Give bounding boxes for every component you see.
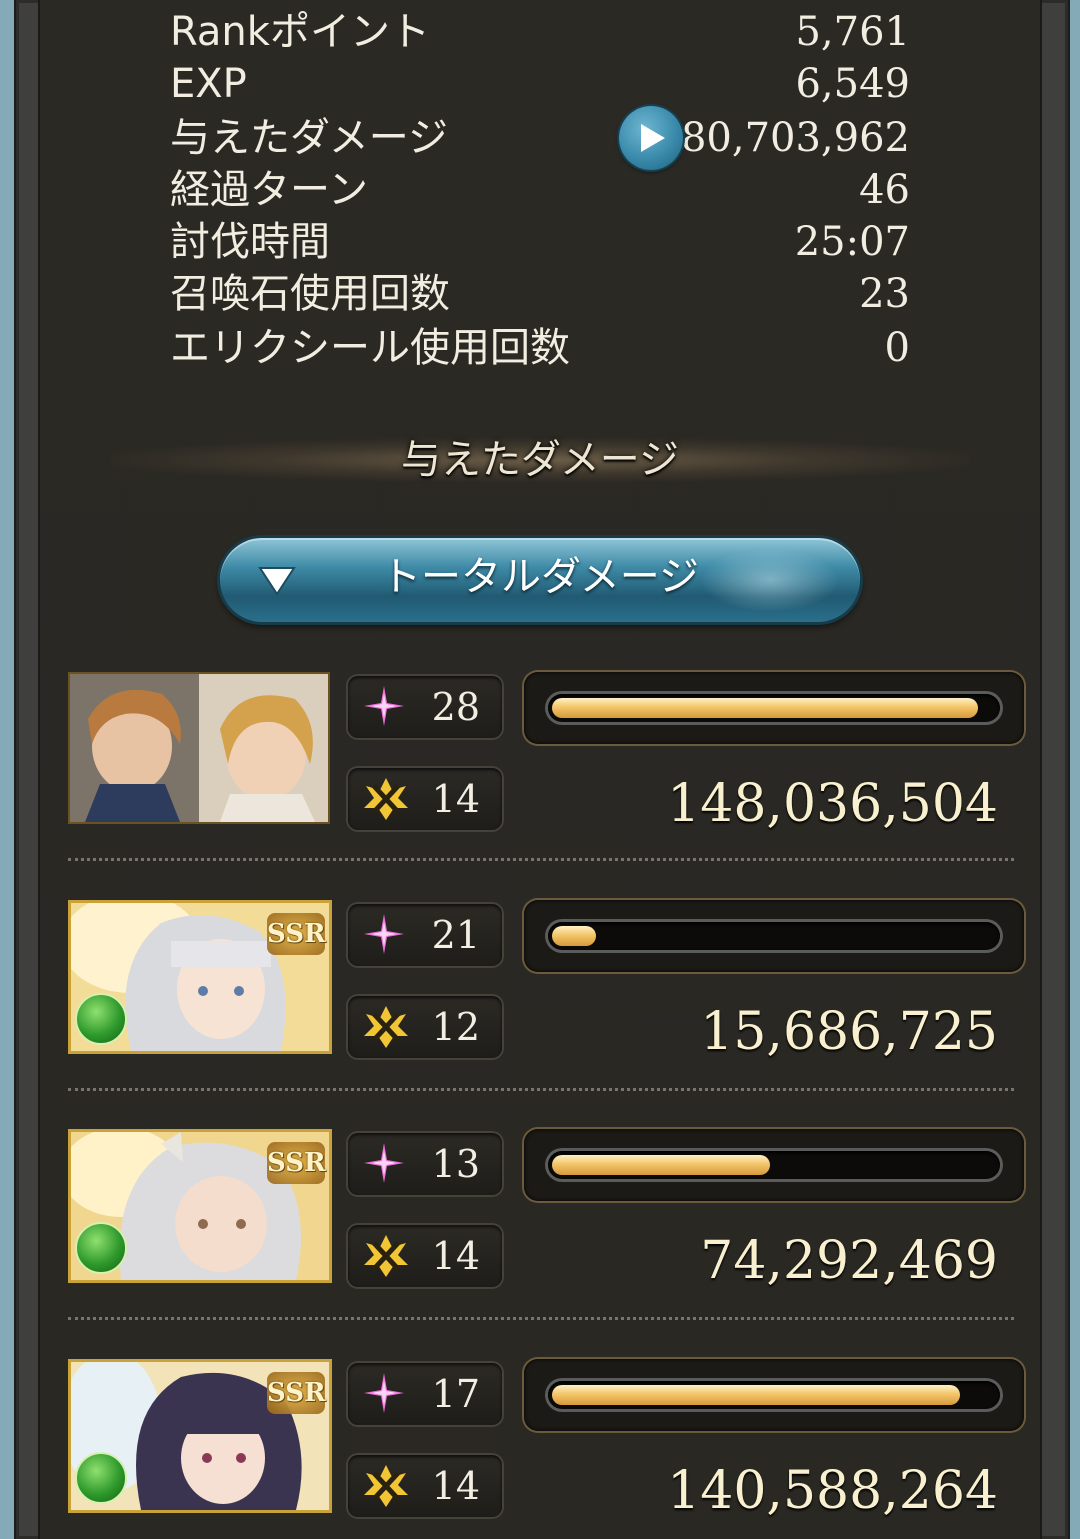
stat-exp: EXP 6,549 — [170, 58, 910, 110]
damage-share-bar — [524, 1359, 1024, 1431]
damage-share-bar — [524, 1129, 1024, 1201]
bar-fill — [552, 698, 978, 718]
damage-value: 148,036,504 — [667, 774, 998, 834]
portrait-art — [70, 674, 328, 822]
damage-type-dropdown[interactable]: トータルダメージ — [220, 538, 860, 622]
skill-count: 17 — [431, 1372, 480, 1416]
crossed-swords-icon — [364, 1235, 408, 1277]
stat-value: 380,703,962 — [655, 115, 910, 161]
damage-value: 140,588,264 — [667, 1461, 998, 1521]
stat-label: 召喚石使用回数 — [170, 271, 450, 317]
damage-share-bar — [524, 672, 1024, 744]
attack-counter: 14 — [348, 1225, 502, 1287]
attack-count: 14 — [431, 1234, 480, 1278]
play-icon — [641, 124, 665, 152]
stat-elixir-uses: エリクシール使用回数 0 — [170, 322, 910, 374]
stat-value: 25:07 — [794, 219, 910, 265]
wind-element-icon — [75, 1452, 127, 1504]
sparkle-icon — [364, 1373, 404, 1413]
damage-share-bar — [524, 900, 1024, 972]
stat-value: 46 — [859, 167, 910, 213]
stat-time: 討伐時間 25:07 — [170, 216, 910, 268]
dropdown-label: トータルダメージ — [381, 554, 699, 600]
character-portrait[interactable]: SSR — [68, 900, 332, 1054]
rarity-badge: SSR — [267, 913, 326, 955]
stat-summon-uses: 召喚石使用回数 23 — [170, 268, 910, 320]
damage-value: 15,686,725 — [700, 1002, 998, 1062]
sparkle-icon — [364, 686, 404, 726]
row-divider — [68, 1088, 1014, 1091]
skill-count: 13 — [431, 1142, 480, 1186]
stat-total-damage: 与えたダメージ 380,703,962 — [170, 112, 910, 164]
stat-label: 討伐時間 — [170, 219, 330, 265]
wind-element-icon — [75, 993, 127, 1045]
sparkle-icon — [364, 914, 404, 954]
stat-value: 23 — [859, 271, 910, 317]
bar-track — [548, 694, 1000, 722]
sparkle-icon — [364, 1143, 404, 1183]
stat-rank-points: Rankポイント 5,761 — [170, 6, 910, 58]
stat-label: EXP — [170, 61, 247, 107]
stat-label: エリクシール使用回数 — [170, 325, 570, 371]
bar-track — [548, 922, 1000, 950]
stat-turns: 経過ターン 46 — [170, 164, 910, 216]
skill-count: 28 — [431, 685, 480, 729]
attack-count: 14 — [431, 1464, 480, 1508]
stat-value: 6,549 — [795, 61, 910, 107]
bar-fill — [552, 926, 596, 946]
skill-count: 21 — [431, 913, 480, 957]
section-title: 与えたダメージ — [401, 437, 679, 483]
stat-value: 5,761 — [795, 9, 910, 55]
character-portrait[interactable]: SSR — [68, 1129, 332, 1283]
character-portrait[interactable] — [68, 672, 330, 824]
skill-use-counter: 21 — [348, 904, 502, 966]
attack-count: 12 — [431, 1005, 480, 1049]
stat-label: Rankポイント — [170, 9, 430, 55]
bar-fill — [552, 1155, 770, 1175]
skill-use-counter: 13 — [348, 1133, 502, 1195]
attack-counter: 12 — [348, 996, 502, 1058]
skill-use-counter: 28 — [348, 676, 502, 738]
character-portrait[interactable]: SSR — [68, 1359, 332, 1513]
row-divider — [68, 858, 1014, 861]
attack-counter: 14 — [348, 1455, 502, 1517]
party-member-row: SSR 17 14 140,588,264 — [68, 1359, 1028, 1539]
party-member-row: SSR 21 12 15,686,725 — [68, 900, 1028, 1080]
bar-fill — [552, 1385, 960, 1405]
rarity-badge: SSR — [267, 1142, 326, 1184]
stat-label: 経過ターン — [170, 167, 368, 213]
rarity-badge: SSR — [267, 1372, 326, 1414]
crossed-swords-icon — [364, 1465, 408, 1507]
wind-element-icon — [75, 1222, 127, 1274]
party-member-row: 28 14 148,036,504 — [68, 672, 1028, 852]
damage-detail-play-button[interactable] — [619, 106, 683, 170]
bar-track — [548, 1381, 1000, 1409]
skill-use-counter: 17 — [348, 1363, 502, 1425]
attack-count: 14 — [431, 777, 480, 821]
crossed-swords-icon — [364, 1006, 408, 1048]
stat-label: 与えたダメージ — [170, 115, 448, 161]
party-member-row: SSR 13 14 74,292,469 — [68, 1129, 1028, 1309]
crossed-swords-icon — [364, 778, 408, 820]
row-divider — [68, 1317, 1014, 1320]
bar-track — [548, 1151, 1000, 1179]
attack-counter: 14 — [348, 768, 502, 830]
stat-value: 0 — [884, 325, 910, 371]
damage-value: 74,292,469 — [700, 1231, 998, 1291]
